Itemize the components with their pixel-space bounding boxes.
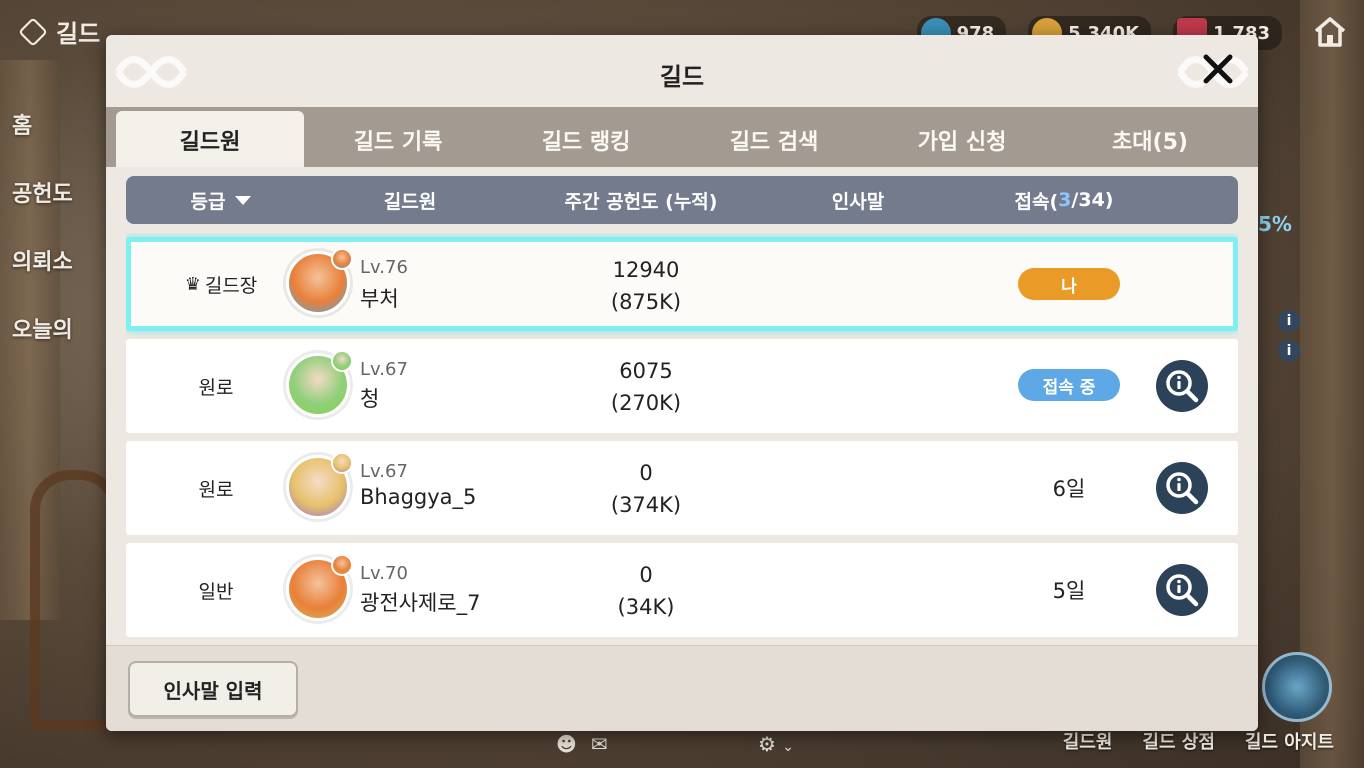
member-row[interactable]: 원로 Lv.67 청 6075 (270K) 접속 중 xyxy=(126,339,1238,433)
status-badge-online: 접속 중 xyxy=(1018,369,1120,401)
online-prefix: 접속( xyxy=(1014,190,1059,213)
member-row-self[interactable]: ♛ 길드장 Lv.76 부처 12940 (875K) 나 xyxy=(126,237,1238,331)
link-guild-hideout[interactable]: 길드 아지트 xyxy=(1245,728,1334,754)
hud-back[interactable]: 길드 xyxy=(18,14,100,49)
close-icon xyxy=(1203,54,1233,84)
tab-search[interactable]: 길드 검색 xyxy=(680,107,868,167)
member-level: Lv.67 xyxy=(360,359,408,380)
emoji-icon[interactable]: ☻ xyxy=(556,732,577,756)
back-arrow-icon xyxy=(18,16,48,47)
home-icon[interactable] xyxy=(1312,14,1348,50)
member-row[interactable]: 원로 Lv.67 Bhaggya_5 0 (374K) 6일 xyxy=(126,441,1238,535)
chat-icon[interactable]: ✉ xyxy=(591,732,608,756)
status-badge-me: 나 xyxy=(1018,268,1120,300)
close-button[interactable] xyxy=(1198,49,1238,89)
members-content: 등급 길드원 주간 공헌도 (누적) 인사말 접속(3/34) ♛ 길드장 Lv… xyxy=(106,167,1258,731)
avatar[interactable] xyxy=(286,248,353,315)
hud-right-panel: 5% i i xyxy=(1256,120,1364,540)
online-count: 3 xyxy=(1058,189,1072,211)
tab-applications[interactable]: 가입 신청 xyxy=(868,107,1056,167)
link-guild-members[interactable]: 길드원 xyxy=(1063,728,1113,754)
tab-records[interactable]: 길드 기록 xyxy=(304,107,492,167)
hud-menu-item-home[interactable]: 홈 xyxy=(12,108,73,140)
column-contribution: 주간 공헌도 (누적) xyxy=(564,190,718,213)
member-grade: ♛ 길드장 xyxy=(131,242,311,326)
crown-icon: ♛ xyxy=(184,273,201,295)
side-percent: 5% xyxy=(1258,212,1292,236)
member-grade: 원로 xyxy=(198,376,234,399)
weekly-contribution: 0 xyxy=(639,461,653,485)
avatar[interactable] xyxy=(286,350,353,417)
avatar[interactable] xyxy=(286,554,353,621)
chat-controls: ☻ ✉ xyxy=(556,732,608,756)
total-contribution: (270K) xyxy=(610,391,682,415)
member-contribution: 0 (34K) xyxy=(546,559,746,623)
link-guild-shop[interactable]: 길드 상점 xyxy=(1142,728,1215,754)
tab-members[interactable]: 길드원 xyxy=(116,111,304,167)
column-grade-label: 등급 xyxy=(190,190,226,213)
column-grade[interactable]: 등급 xyxy=(126,176,316,224)
member-level: Lv.67 xyxy=(360,461,408,482)
tab-bar: 길드원 길드 기록 길드 랭킹 길드 검색 가입 신청 초대(5) xyxy=(106,107,1258,167)
weekly-contribution: 0 xyxy=(639,563,653,587)
magnifier-info-icon xyxy=(1166,574,1199,607)
member-contribution: 12940 (875K) xyxy=(546,254,746,318)
member-info-button[interactable] xyxy=(1156,462,1208,514)
member-level: Lv.76 xyxy=(360,257,408,278)
hud-bottom-links: 길드원 길드 상점 길드 아지트 xyxy=(1063,728,1334,754)
total-contribution: (374K) xyxy=(610,493,682,517)
hud-title: 길드 xyxy=(56,20,101,48)
weekly-contribution: 6075 xyxy=(619,359,673,383)
chevron-down-icon: ⌄ xyxy=(782,739,795,755)
sort-down-icon xyxy=(235,195,252,205)
magnifier-info-icon xyxy=(1166,472,1199,505)
table-header: 등급 길드원 주간 공헌도 (누적) 인사말 접속(3/34) xyxy=(126,176,1238,224)
member-contribution: 0 (374K) xyxy=(546,457,746,521)
member-name: 광전사제로_7 xyxy=(360,591,481,615)
total-contribution: (875K) xyxy=(610,290,682,314)
member-grade: 일반 xyxy=(198,580,234,603)
member-info-button[interactable] xyxy=(1156,360,1208,412)
last-online-text: 5일 xyxy=(1052,579,1086,603)
hud-menu-item-request[interactable]: 의뢰소 xyxy=(12,244,73,276)
hud-menu-item-contribution[interactable]: 공헌도 xyxy=(12,176,73,208)
guild-emblem-icon[interactable] xyxy=(1262,652,1332,722)
guild-modal: 길드 길드원 길드 기록 길드 랭킹 길드 검색 가입 신청 초대(5) 등급 … xyxy=(106,35,1258,731)
member-contribution: 6075 (270K) xyxy=(546,355,746,419)
member-row[interactable]: 일반 Lv.70 광전사제로_7 0 (34K) 5일 xyxy=(126,543,1238,637)
column-greeting: 인사말 xyxy=(831,190,885,213)
settings-control[interactable]: ⚙ ⌄ xyxy=(758,732,794,756)
hud-left-menu: 홈 공헌도 의뢰소 오늘의 xyxy=(12,108,73,344)
member-grade: 원로 xyxy=(198,478,234,501)
member-info-button[interactable] xyxy=(1156,564,1208,616)
online-suffix: /34) xyxy=(1071,189,1114,211)
member-name: 청 xyxy=(360,387,380,411)
weekly-contribution: 12940 xyxy=(612,258,680,282)
member-list: ♛ 길드장 Lv.76 부처 12940 (875K) 나 원로 Lv.67 청 xyxy=(126,233,1238,643)
info-icon[interactable]: i xyxy=(1278,310,1300,332)
modal-footer: 인사말 입력 xyxy=(106,645,1258,731)
tab-invites[interactable]: 초대(5) xyxy=(1056,107,1244,167)
column-member: 길드원 xyxy=(383,190,437,213)
member-name: 부처 xyxy=(360,287,399,311)
member-grade-label: 길드장 xyxy=(204,274,258,297)
info-icon[interactable]: i xyxy=(1278,340,1300,362)
hud-menu-item-today[interactable]: 오늘의 xyxy=(12,312,73,344)
tab-ranking[interactable]: 길드 랭킹 xyxy=(492,107,680,167)
member-name: Bhaggya_5 xyxy=(360,485,477,509)
total-contribution: (34K) xyxy=(617,595,675,619)
magnifier-info-icon xyxy=(1166,370,1199,403)
member-level: Lv.70 xyxy=(360,563,408,584)
enter-greeting-button[interactable]: 인사말 입력 xyxy=(128,661,298,717)
modal-header: 길드 xyxy=(106,35,1258,107)
avatar[interactable] xyxy=(286,452,353,519)
last-online-text: 6일 xyxy=(1052,477,1086,501)
modal-title: 길드 xyxy=(659,63,705,91)
gear-icon: ⚙ xyxy=(758,732,776,756)
column-online: 접속(3/34) xyxy=(958,176,1170,224)
